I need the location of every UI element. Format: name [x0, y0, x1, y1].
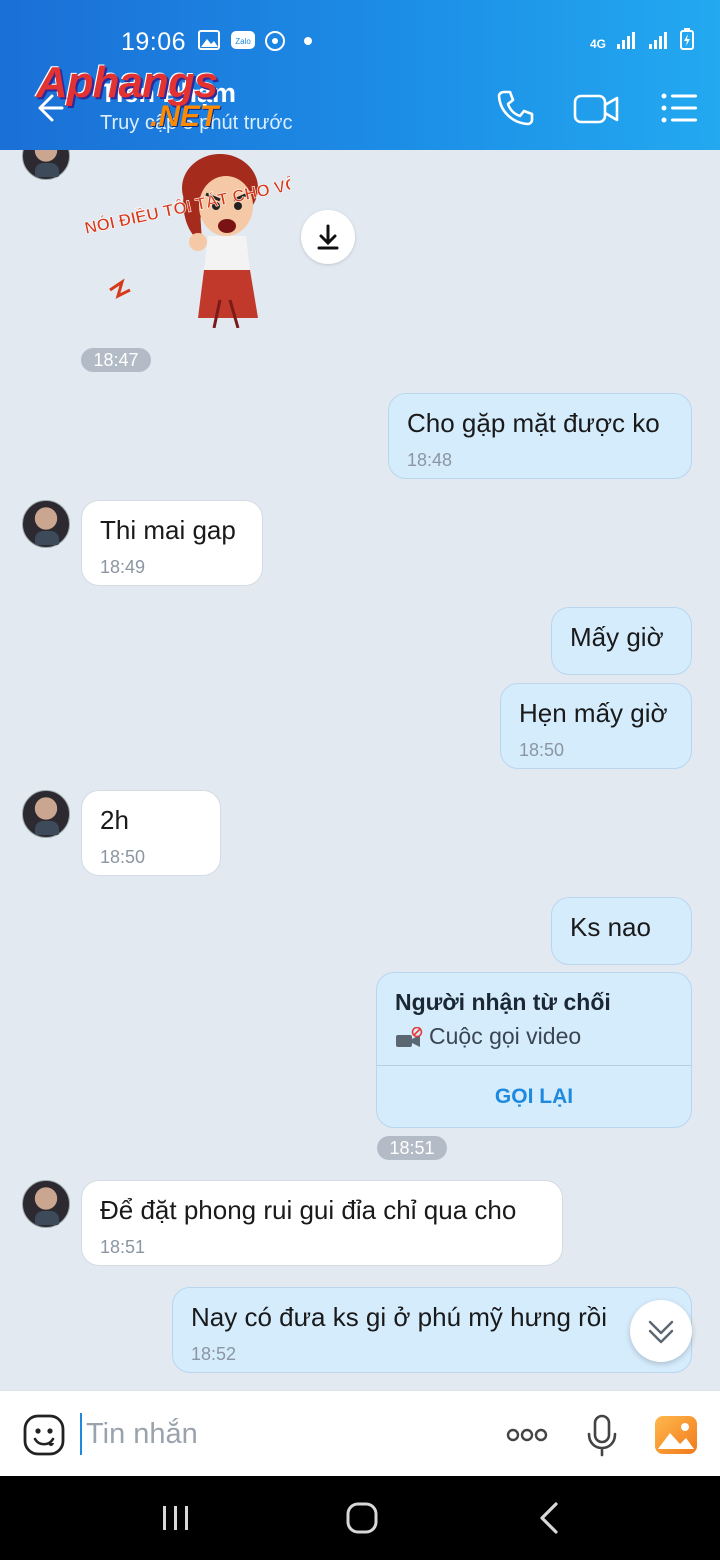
video-camera-icon[interactable]: [572, 84, 620, 132]
message-text: 2h: [100, 805, 129, 835]
message-time: 18:52: [191, 1344, 237, 1364]
message-bubble-outgoing[interactable]: Cho gặp mặt được ko 18:48: [388, 393, 692, 479]
watermark-logo-suffix: .NET: [150, 100, 219, 133]
message-text: Mấy giờ: [570, 622, 664, 652]
timestamp-pill: 18:51: [377, 1136, 447, 1160]
message-time: 18:49: [100, 557, 146, 577]
signal-icon: [617, 32, 635, 49]
status-time: 19:06: [121, 28, 187, 56]
message-bubble-outgoing[interactable]: Hẹn mấy giờ 18:50: [500, 683, 692, 769]
message-text: Thi mai gap: [100, 515, 236, 545]
avatar[interactable]: [22, 1180, 70, 1228]
message-time: 18:50: [100, 847, 146, 867]
message-time: 18:50: [519, 740, 565, 760]
call-type-label: Cuộc gọi video: [429, 1023, 582, 1049]
message-input[interactable]: [80, 1413, 480, 1455]
chat-notification-icon: [265, 31, 285, 51]
download-button[interactable]: [301, 210, 355, 264]
battery-icon: [680, 28, 694, 50]
list-menu-icon[interactable]: [656, 84, 704, 132]
system-navigation-bar: [0, 1476, 720, 1560]
call-status-title: Người nhận từ chối: [395, 989, 611, 1015]
network-type-icon: 4G: [589, 37, 606, 51]
sticker-image[interactable]: NÓI ĐIỀU TÔI TÁT CHO VỠ MỒM: [80, 150, 290, 328]
back-nav-icon[interactable]: [526, 1496, 574, 1540]
message-text: Ks nao: [570, 912, 651, 942]
message-bubble-incoming[interactable]: Thi mai gap 18:49: [81, 500, 263, 586]
avatar[interactable]: [22, 500, 70, 548]
message-bubble-incoming[interactable]: 2h 18:50: [81, 790, 221, 876]
download-icon: [317, 224, 339, 250]
message-bubble-outgoing[interactable]: Ks nao: [551, 897, 692, 965]
zalo-notification-icon: Zalo: [231, 31, 255, 49]
svg-text:Zalo: Zalo: [235, 37, 251, 46]
chat-header: Tiến Phạm Truy cập 5 phút trước Aphangs …: [0, 58, 720, 150]
phone-icon[interactable]: [490, 84, 538, 132]
message-text: Cho gặp mặt được ko: [407, 408, 660, 438]
dot-indicator-icon: [304, 37, 312, 45]
message-time: 18:51: [100, 1237, 146, 1257]
message-list[interactable]: NÓI ĐIỀU TÔI TÁT CHO VỠ MỒM 18:47 Cho gặ…: [0, 150, 720, 1390]
avatar[interactable]: [22, 150, 70, 180]
missed-call-card[interactable]: Người nhận từ chối Cuộc gọi video GỌI LẠ…: [376, 972, 692, 1128]
message-composer: [0, 1390, 720, 1476]
call-back-button[interactable]: GỌI LẠI: [377, 1066, 691, 1127]
status-right: 4G: [590, 28, 694, 50]
status-bar: 19:06 Zalo 4G: [0, 0, 720, 66]
message-text: Để đặt phong rui gui đỉa chỉ qua cho: [100, 1195, 517, 1225]
message-bubble-outgoing[interactable]: Mấy giờ: [551, 607, 692, 675]
message-bubble-incoming[interactable]: Để đặt phong rui gui đỉa chỉ qua cho 18:…: [81, 1180, 563, 1266]
message-time: 18:48: [407, 450, 453, 470]
gallery-notification-icon: [198, 30, 220, 50]
signal-icon: [649, 32, 667, 49]
scroll-to-bottom-button[interactable]: [630, 1300, 692, 1362]
message-text: Nay có đưa ks gi ở phú mỹ hưng rồi: [191, 1302, 608, 1332]
chevron-double-down-icon: [648, 1320, 674, 1344]
message-text: Hẹn mấy giờ: [519, 698, 668, 728]
video-call-declined-icon: [396, 1027, 423, 1047]
recent-apps-icon[interactable]: [152, 1496, 200, 1540]
image-icon[interactable]: [654, 1413, 698, 1457]
more-dots-icon[interactable]: [505, 1413, 549, 1457]
message-bubble-outgoing[interactable]: Nay có đưa ks gi ở phú mỹ hưng rồi 18:52: [172, 1287, 692, 1373]
avatar[interactable]: [22, 790, 70, 838]
home-icon[interactable]: [338, 1496, 386, 1540]
timestamp-pill: 18:47: [81, 348, 151, 372]
microphone-icon[interactable]: [580, 1413, 624, 1457]
emoji-icon[interactable]: [22, 1413, 66, 1457]
